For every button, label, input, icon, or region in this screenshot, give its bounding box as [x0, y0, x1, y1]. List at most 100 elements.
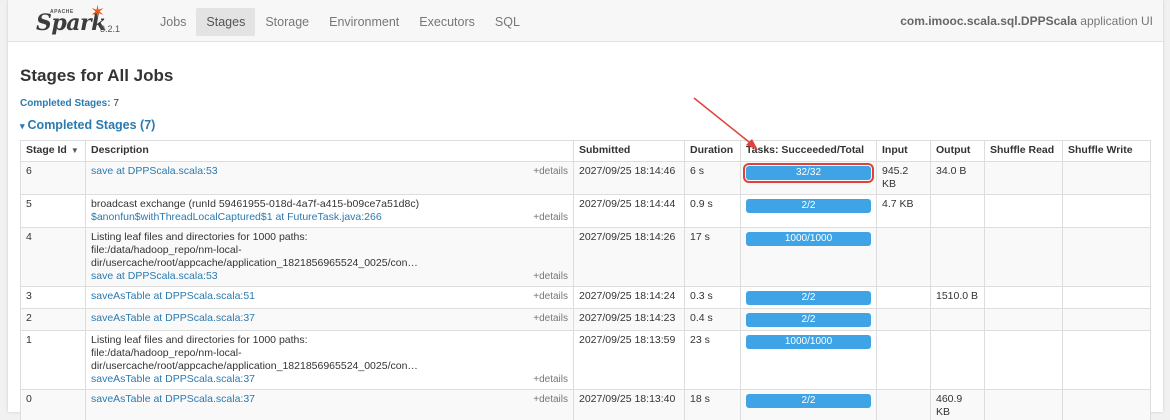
tasks-count: 2/2 — [801, 292, 816, 303]
completed-stages-link[interactable]: Completed Stages: — [20, 98, 111, 109]
shuffle-read — [984, 161, 1063, 195]
tasks-progress-bar: 1000/1000 — [746, 232, 871, 246]
tasks-progress-bar: 1000/1000 — [746, 335, 871, 349]
tasks-cell: 2/2 — [740, 308, 877, 331]
description-cell: Listing leaf files and directories for 1… — [91, 231, 568, 283]
stage-link[interactable]: saveAsTable at DPPScala.scala:37 — [91, 312, 255, 324]
input-size — [876, 330, 931, 390]
output-size: 34.0 B — [930, 161, 985, 195]
output-size — [930, 330, 985, 390]
stage-link[interactable]: saveAsTable at DPPScala.scala:51 — [91, 290, 255, 302]
input-size: 945.2 KB — [876, 161, 931, 195]
stage-id: 0 — [20, 389, 86, 420]
shuffle-write — [1062, 330, 1151, 390]
nav-tab-executors[interactable]: Executors — [409, 8, 485, 36]
shuffle-read — [984, 227, 1063, 287]
header-description[interactable]: Description — [85, 140, 574, 162]
duration: 18 s — [684, 389, 741, 420]
duration: 0.3 s — [684, 286, 741, 309]
output-size — [930, 308, 985, 331]
header-shuffle-write[interactable]: Shuffle Write — [1062, 140, 1151, 162]
stage-link[interactable]: saveAsTable at DPPScala.scala:37 — [91, 393, 255, 405]
brand-version: 3.2.1 — [100, 24, 121, 34]
shuffle-write — [1062, 308, 1151, 331]
details-toggle[interactable]: +details — [533, 211, 568, 224]
tasks-count: 1000/1000 — [784, 233, 833, 244]
duration: 6 s — [684, 161, 741, 195]
tasks-count: 2/2 — [801, 200, 816, 211]
app-name: com.imooc.scala.sql.DPPScala — [900, 14, 1077, 28]
header-output[interactable]: Output — [930, 140, 985, 162]
nav-tab-storage[interactable]: Storage — [255, 8, 319, 36]
app-suffix: application UI — [1076, 14, 1153, 28]
shuffle-write — [1062, 161, 1151, 195]
description-text: file:/data/hadoop_repo/nm-local-dir/user… — [91, 244, 418, 269]
table-header-row: Stage Id ▼ Description Submitted Duration… — [20, 140, 1151, 162]
sort-down-icon: ▼ — [70, 146, 79, 155]
submitted-time: 2027/09/25 18:14:26 — [573, 227, 685, 287]
tasks-count: 32/32 — [795, 167, 822, 178]
submitted-time: 2027/09/25 18:14:23 — [573, 308, 685, 331]
stage-id: 2 — [20, 308, 86, 331]
nav-tab-sql[interactable]: SQL — [485, 8, 530, 36]
details-toggle[interactable]: +details — [533, 290, 568, 303]
details-toggle[interactable]: +details — [533, 312, 568, 325]
shuffle-write — [1062, 389, 1151, 420]
spark-ui-frame: APACHE Spark ✶ 3.2.1 Jobs Stages Storage En… — [8, 0, 1163, 420]
spark-logo[interactable]: APACHE Spark ✶ 3.2.1 — [34, 2, 124, 38]
submitted-time: 2027/09/25 18:14:46 — [573, 161, 685, 195]
description: +details saveAsTable at DPPScala.scala:37 — [85, 308, 574, 331]
duration: 17 s — [684, 227, 741, 287]
description: +details save at DPPScala.scala:53 — [85, 161, 574, 195]
duration: 23 s — [684, 330, 741, 390]
stage-link[interactable]: save at DPPScala.scala:53 — [91, 165, 218, 177]
details-toggle[interactable]: +details — [533, 373, 568, 386]
submitted-time: 2027/09/25 18:14:24 — [573, 286, 685, 309]
stage-id: 3 — [20, 286, 86, 309]
app-title: com.imooc.scala.sql.DPPScala application… — [900, 14, 1153, 28]
page-title: Stages for All Jobs — [20, 66, 174, 85]
header-submitted[interactable]: Submitted — [573, 140, 685, 162]
header-input[interactable]: Input — [876, 140, 931, 162]
shuffle-write — [1062, 286, 1151, 309]
description: broadcast exchange (runId 59461955-018d-… — [85, 194, 574, 228]
stage-link[interactable]: $anonfun$withThreadLocalCaptured$1 at Fu… — [91, 211, 382, 223]
input-size — [876, 286, 931, 309]
header-duration[interactable]: Duration — [684, 140, 741, 162]
completed-stages-toggle[interactable]: ▾ Completed Stages (7) — [20, 118, 155, 132]
nav-tab-jobs[interactable]: Jobs — [150, 8, 196, 36]
stage-link[interactable]: save at DPPScala.scala:53 — [91, 270, 218, 282]
submitted-time: 2027/09/25 18:13:40 — [573, 389, 685, 420]
stage-id: 4 — [20, 227, 86, 287]
navbar: APACHE Spark ✶ 3.2.1 Jobs Stages Storage En… — [8, 0, 1163, 42]
shuffle-read — [984, 286, 1063, 309]
nav-tab-stages[interactable]: Stages — [196, 8, 256, 36]
description-text: file:/data/hadoop_repo/nm-local-dir/user… — [91, 347, 418, 372]
shuffle-write — [1062, 227, 1151, 287]
tasks-count: 2/2 — [801, 314, 816, 325]
submitted-time: 2027/09/25 18:13:59 — [573, 330, 685, 390]
input-size — [876, 308, 931, 331]
tasks-count: 1000/1000 — [784, 336, 833, 347]
shuffle-read — [984, 330, 1063, 390]
details-toggle[interactable]: +details — [533, 165, 568, 178]
output-size — [930, 194, 985, 228]
description: +details saveAsTable at DPPScala.scala:37 — [85, 389, 574, 420]
input-size: 4.7 KB — [876, 194, 931, 228]
output-size: 1510.0 B — [930, 286, 985, 309]
stage-link[interactable]: saveAsTable at DPPScala.scala:37 — [91, 373, 255, 385]
shuffle-read — [984, 308, 1063, 331]
header-tasks[interactable]: Tasks: Succeeded/Total — [740, 140, 877, 162]
details-toggle[interactable]: +details — [533, 270, 568, 283]
details-toggle[interactable]: +details — [533, 393, 568, 406]
header-stage-id[interactable]: Stage Id ▼ — [20, 140, 86, 162]
header-shuffle-read[interactable]: Shuffle Read — [984, 140, 1063, 162]
stage-id: 6 — [20, 161, 86, 195]
table-row: 3 +details saveAsTable at DPPScala.scala:5… — [20, 286, 1151, 309]
output-size — [930, 227, 985, 287]
shuffle-read — [984, 194, 1063, 228]
tasks-cell: 2/2 — [740, 194, 877, 228]
description: Listing leaf files and directories for 1… — [85, 330, 574, 390]
tasks-cell: 1000/1000 — [740, 227, 877, 287]
nav-tab-environment[interactable]: Environment — [319, 8, 409, 36]
